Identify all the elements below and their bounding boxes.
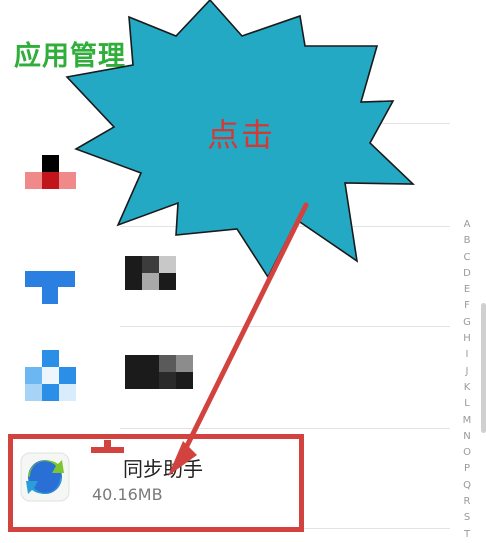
callout-text: 点击 (207, 116, 276, 154)
arrow-head (168, 441, 197, 476)
arrow-tail-mark (104, 440, 111, 449)
arrow-line (178, 202, 309, 461)
annotation-overlay (65, 0, 416, 476)
